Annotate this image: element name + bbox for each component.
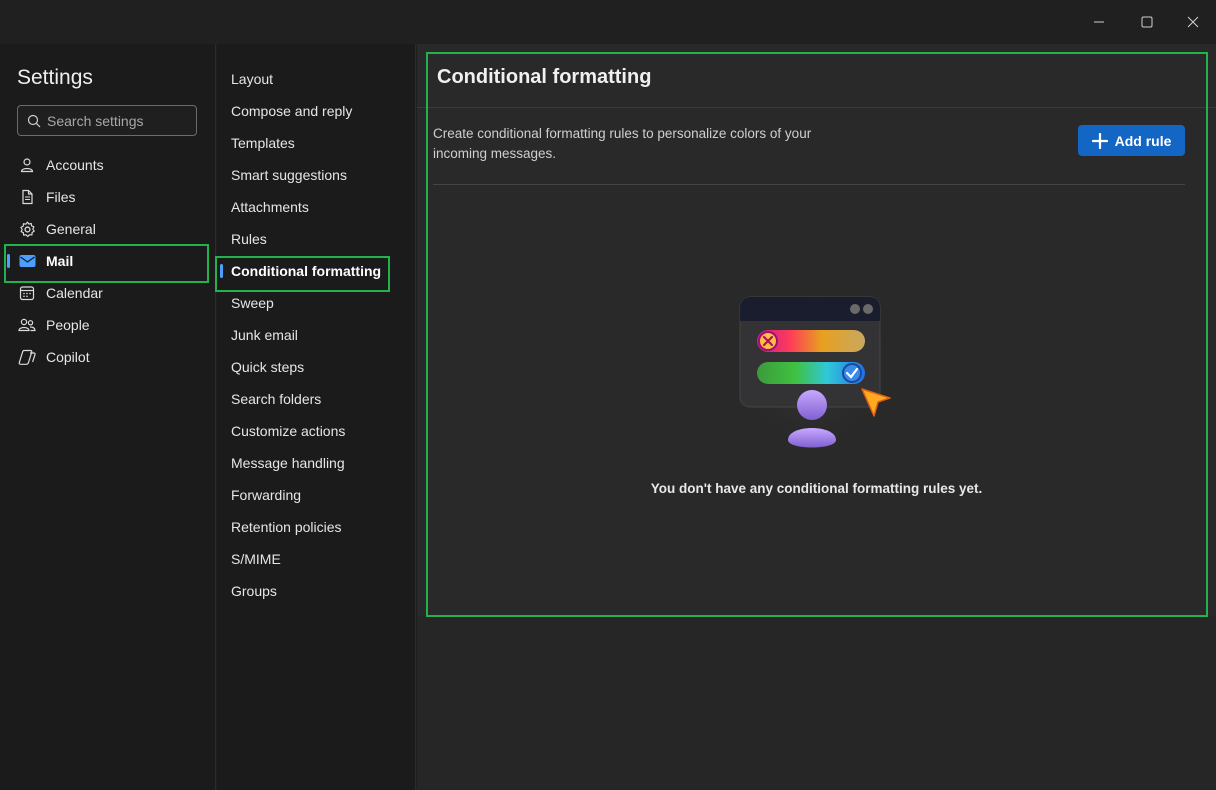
mail-nav-label: Conditional formatting [231, 263, 382, 279]
calendar-icon [18, 284, 36, 302]
nav-item-people[interactable]: People [0, 309, 216, 341]
mail-nav-item-customize-actions[interactable]: Customize actions [217, 415, 416, 447]
mail-nav-item-sweep[interactable]: Sweep [217, 287, 416, 319]
divider [417, 107, 1216, 108]
mail-nav-item-smime[interactable]: S/MIME [217, 543, 416, 575]
mail-nav-label: Templates [231, 135, 295, 151]
conditional-formatting-panel: Conditional formatting Create conditiona… [417, 44, 1216, 616]
maximize-button[interactable] [1124, 0, 1170, 44]
mail-nav-label: Rules [231, 231, 267, 247]
mail-nav-label: Retention policies [231, 519, 342, 535]
gear-icon [18, 220, 36, 238]
mail-nav-label: Quick steps [231, 359, 305, 375]
people-icon [18, 316, 36, 334]
divider [433, 184, 1185, 185]
nav-item-label: Accounts [46, 157, 104, 173]
settings-nav: Accounts Files General Mail Calendar Peo… [0, 149, 216, 373]
mail-nav-item-smart-suggestions[interactable]: Smart suggestions [217, 159, 416, 191]
mail-nav-item-junk-email[interactable]: Junk email [217, 319, 416, 351]
empty-state-illustration [734, 292, 894, 452]
mail-nav-item-message-handling[interactable]: Message handling [217, 447, 416, 479]
selection-indicator [7, 254, 10, 268]
selection-indicator [220, 264, 223, 278]
nav-item-files[interactable]: Files [0, 181, 216, 213]
mail-nav-item-compose-and-reply[interactable]: Compose and reply [217, 95, 416, 127]
nav-item-label: Files [46, 189, 76, 205]
mail-nav-label: Smart suggestions [231, 167, 347, 183]
search-icon [27, 114, 41, 127]
settings-sidebar: Settings Accounts Files General [0, 44, 216, 790]
document-icon [18, 188, 36, 206]
mail-icon [18, 252, 36, 270]
empty-state-message: You don't have any conditional formattin… [650, 481, 983, 496]
mail-nav-label: Sweep [231, 295, 274, 311]
search-box[interactable] [17, 105, 197, 136]
mail-nav-label: S/MIME [231, 551, 281, 567]
mail-nav-item-forwarding[interactable]: Forwarding [217, 479, 416, 511]
panel-title: Conditional formatting [437, 66, 652, 88]
maximize-icon [1141, 16, 1153, 28]
mail-nav-label: Compose and reply [231, 103, 353, 119]
mail-nav-label: Customize actions [231, 423, 346, 439]
nav-item-label: General [46, 221, 96, 237]
person-icon [18, 156, 36, 174]
mail-nav-label: Groups [231, 583, 277, 599]
nav-item-copilot[interactable]: Copilot [0, 341, 216, 373]
mail-settings-nav: Layout Compose and reply Templates Smart… [217, 44, 416, 790]
mail-nav-label: Junk email [231, 327, 298, 343]
mail-nav-label: Forwarding [231, 487, 302, 503]
close-icon [1187, 16, 1199, 28]
mail-nav-item-layout[interactable]: Layout [217, 63, 416, 95]
add-rule-button[interactable]: Add rule [1078, 125, 1185, 156]
search-input[interactable] [47, 112, 187, 129]
settings-title: Settings [17, 66, 93, 89]
nav-item-general[interactable]: General [0, 213, 216, 245]
nav-item-label: Copilot [46, 349, 90, 365]
minimize-button[interactable] [1076, 0, 1122, 44]
add-rule-label: Add rule [1114, 132, 1172, 149]
mail-nav-label: Layout [231, 71, 274, 87]
nav-item-label: Mail [46, 253, 74, 269]
panel-description: Create conditional formatting rules to p… [433, 126, 812, 161]
nav-item-mail[interactable]: Mail [0, 245, 216, 277]
mail-nav-label: Attachments [231, 199, 309, 215]
copilot-icon [18, 348, 36, 366]
title-bar [0, 0, 1216, 44]
nav-item-calendar[interactable]: Calendar [0, 277, 216, 309]
mail-nav-item-conditional-formatting[interactable]: Conditional formatting [217, 255, 416, 287]
content-area: Conditional formatting Create conditiona… [417, 44, 1216, 790]
close-button[interactable] [1170, 0, 1216, 44]
nav-item-accounts[interactable]: Accounts [0, 149, 216, 181]
mail-nav-item-templates[interactable]: Templates [217, 127, 416, 159]
mail-nav-label: Search folders [231, 391, 322, 407]
mail-nav-item-search-folders[interactable]: Search folders [217, 383, 416, 415]
minimize-icon [1094, 21, 1104, 23]
plus-icon [1091, 132, 1108, 149]
mail-nav-item-rules[interactable]: Rules [217, 223, 416, 255]
mail-nav-item-quick-steps[interactable]: Quick steps [217, 351, 416, 383]
mail-nav-item-groups[interactable]: Groups [217, 575, 416, 607]
mail-nav-item-attachments[interactable]: Attachments [217, 191, 416, 223]
nav-item-label: People [46, 317, 90, 333]
nav-item-label: Calendar [46, 285, 103, 301]
mail-nav-label: Message handling [231, 455, 345, 471]
mail-nav-item-retention-policies[interactable]: Retention policies [217, 511, 416, 543]
